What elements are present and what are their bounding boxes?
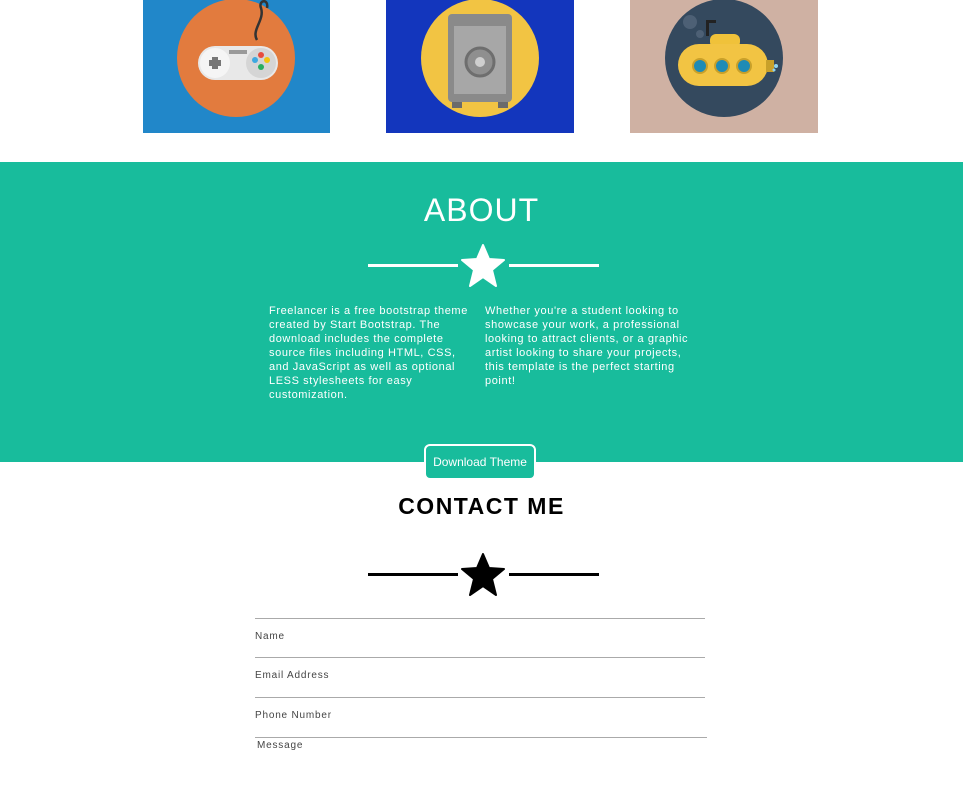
contact-title: CONTACT ME — [398, 493, 565, 519]
star-icon — [461, 244, 505, 287]
portfolio-item-submarine[interactable] — [630, 0, 818, 133]
divider-line-left — [368, 264, 458, 267]
submarine-icon — [630, 0, 818, 133]
download-theme-button[interactable]: Download Theme — [424, 444, 536, 480]
safe-icon — [386, 0, 574, 133]
about-title: ABOUT — [423, 192, 540, 228]
phone-field-group — [255, 697, 705, 737]
name-field-group — [255, 618, 705, 658]
divider-line-right — [509, 264, 599, 267]
star-divider — [368, 244, 599, 288]
message-input[interactable] — [257, 740, 707, 770]
portfolio-item-game[interactable] — [143, 0, 330, 133]
star-icon — [461, 553, 505, 596]
phone-input[interactable] — [255, 710, 705, 721]
portfolio-item-safe[interactable] — [386, 0, 574, 133]
about-text-left: Freelancer is a free bootstrap theme cre… — [269, 305, 468, 401]
message-field-group — [255, 737, 707, 788]
divider-line-right — [509, 573, 599, 576]
about-section: ABOUT Freelancer is a free bootstrap the… — [0, 162, 963, 462]
contact-star-divider — [368, 553, 599, 597]
game-controller-icon — [143, 0, 330, 133]
name-input[interactable] — [255, 631, 705, 642]
page: ABOUT Freelancer is a free bootstrap the… — [0, 0, 963, 788]
about-text-right: Whether you're a student looking to show… — [485, 305, 689, 387]
divider-line-left — [368, 573, 458, 576]
email-input[interactable] — [255, 670, 705, 681]
email-field-group — [255, 657, 705, 697]
